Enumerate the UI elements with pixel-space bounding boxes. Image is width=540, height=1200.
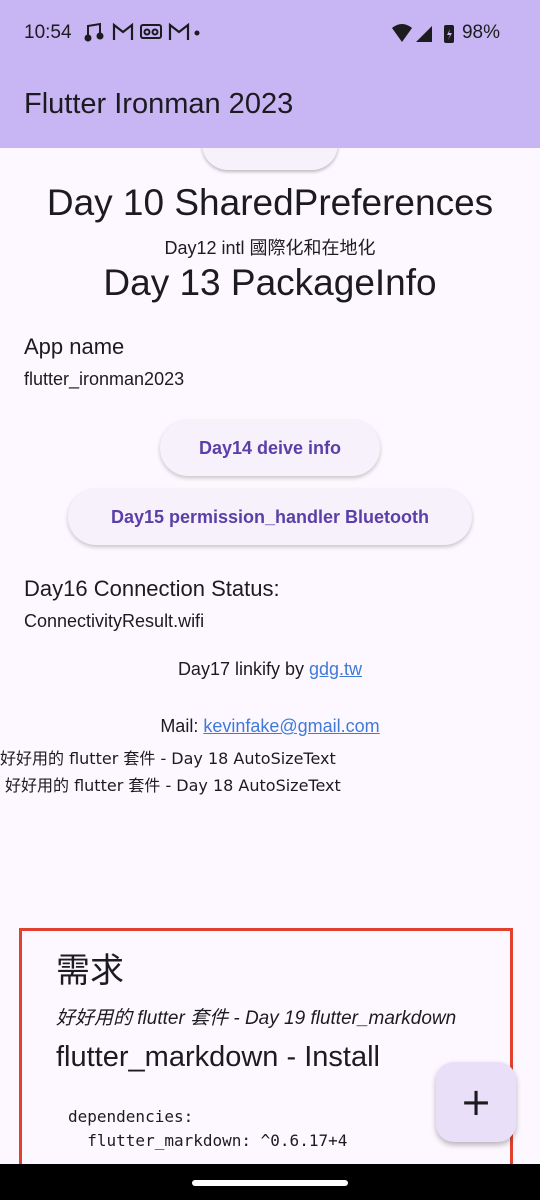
- wifi-icon: [392, 24, 412, 42]
- day12-text: Day12 intl 國際化和在地化: [164, 238, 376, 258]
- day13-title: Day 13 PackageInfo: [103, 262, 437, 303]
- system-icons: [392, 24, 454, 43]
- gmail-icon: [112, 22, 134, 40]
- app-title: Flutter Ironman 2023: [24, 88, 294, 120]
- autosize-text-1: 好好用的 flutter 套件 - Day 18 AutoSizeText: [0, 749, 336, 768]
- notification-icons: [84, 20, 204, 49]
- home-handle[interactable]: [192, 1180, 348, 1186]
- day16-label: Day16 Connection Status:: [24, 576, 280, 601]
- markdown-italic: 好好用的 flutter 套件 - Day 19 flutter_markdow…: [56, 1008, 457, 1029]
- markdown-h2: flutter_markdown - Install: [56, 1041, 380, 1073]
- gmail-icon: [168, 22, 190, 40]
- day10-title: Day 10 SharedPreferences: [46, 182, 494, 223]
- day17-prefix: Day17 linkify by: [177, 659, 309, 679]
- day17-line: Day17 linkify by gdg.tw: [0, 659, 540, 680]
- status-time: 10:54: [24, 22, 72, 43]
- markdown-code: dependencies: flutter_markdown: ^0.6.17+…: [68, 1107, 348, 1150]
- battery-icon: [444, 25, 454, 43]
- battery-percent: 98%: [461, 22, 500, 43]
- gdg-link[interactable]: gdg.tw: [309, 659, 362, 679]
- mail-link[interactable]: kevinfake@gmail.com: [203, 716, 379, 736]
- scroll-content[interactable]: Day 10 SharedPreferences Day12 intl 國際化和…: [0, 148, 540, 1164]
- add-fab[interactable]: +: [436, 1062, 516, 1142]
- day16-value: ConnectivityResult.wifi: [24, 611, 205, 631]
- voicemail-icon: [140, 24, 162, 39]
- autosize-text-2: 好好用的 flutter 套件 - Day 18 AutoSizeText: [5, 776, 341, 795]
- signal-icon: [416, 26, 432, 42]
- day14-button[interactable]: Day14 deive info: [160, 420, 380, 476]
- notification-icons-svg: [84, 22, 200, 42]
- app-name-value: flutter_ironman2023: [24, 369, 185, 389]
- day15-button[interactable]: Day15 permission_handler Bluetooth: [68, 489, 472, 545]
- mail-prefix: Mail:: [160, 716, 204, 736]
- dot-icon: [194, 30, 200, 36]
- app-bar: Flutter Ironman 2023: [0, 68, 540, 148]
- music-note-icon: [84, 22, 104, 42]
- plus-icon: +: [460, 1080, 492, 1124]
- mail-line: Mail: kevinfake@gmail.com: [0, 716, 540, 737]
- markdown-heading: 需求: [56, 951, 124, 991]
- app-name-label: App name: [24, 334, 125, 359]
- system-nav-bar: [0, 1164, 540, 1200]
- partial-button[interactable]: [202, 148, 338, 170]
- status-bar: 10:54 98%: [0, 0, 540, 68]
